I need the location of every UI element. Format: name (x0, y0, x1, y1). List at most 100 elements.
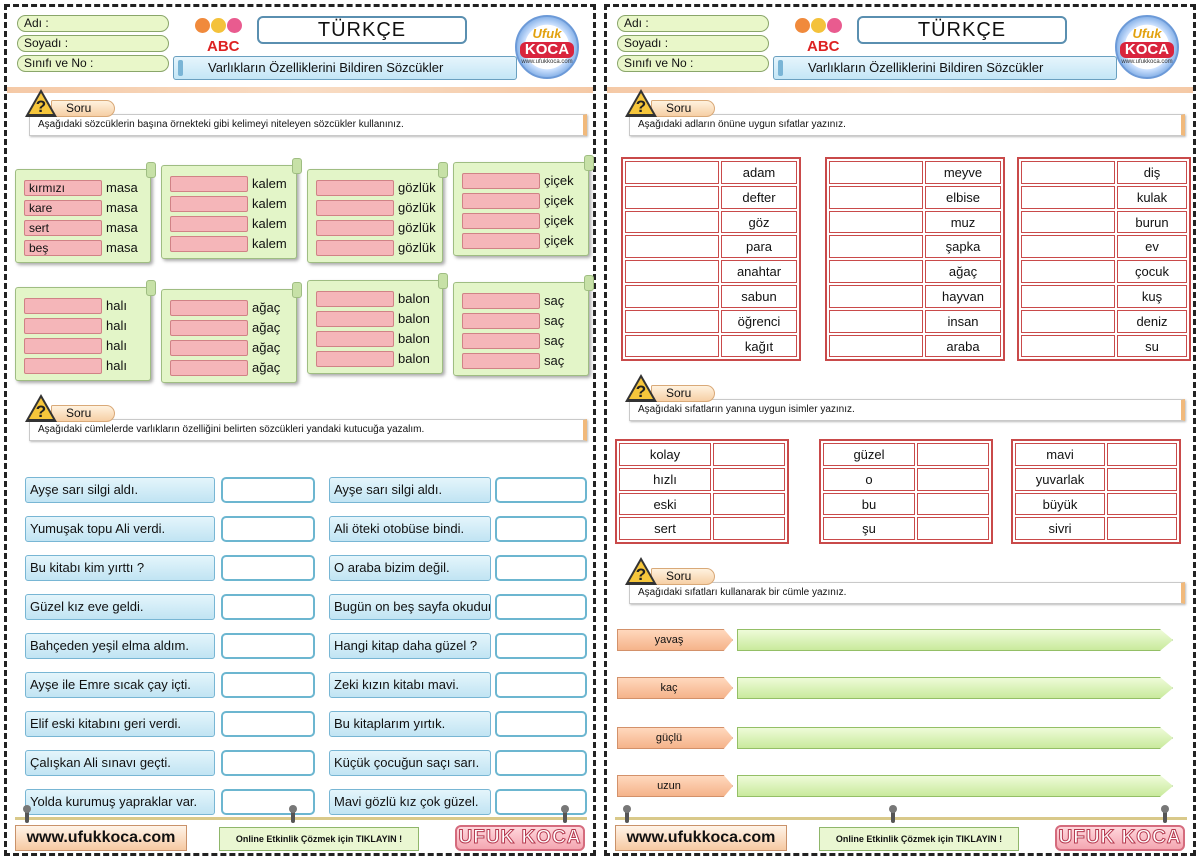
adjective-input[interactable] (316, 311, 394, 327)
noun-input-cell[interactable] (1107, 492, 1177, 516)
sentence-input-arrow[interactable] (737, 677, 1173, 699)
adjective-input-cell[interactable] (1021, 260, 1115, 283)
adjective-input-cell[interactable] (829, 210, 923, 234)
adjective-input-cell[interactable] (1021, 334, 1115, 358)
adjective-input[interactable] (316, 180, 394, 196)
surname-field[interactable]: Soyadı : (17, 35, 169, 52)
adjective-input-cell[interactable] (1021, 235, 1115, 259)
adjective-input-cell[interactable] (829, 334, 923, 358)
adjective-input-cell[interactable] (829, 161, 923, 184)
adjective-input[interactable] (462, 173, 540, 189)
answer-box[interactable] (221, 672, 315, 698)
adjective-input[interactable] (24, 318, 102, 334)
adjective-input[interactable] (462, 233, 540, 249)
adjective-input[interactable] (316, 220, 394, 236)
adjective-input-cell[interactable] (829, 235, 923, 259)
adjective-input-cell[interactable] (829, 185, 923, 209)
adjective-input[interactable] (316, 291, 394, 307)
adjective-input[interactable] (316, 331, 394, 347)
name-field[interactable]: Adı : (17, 15, 169, 32)
adjective-input[interactable] (462, 353, 540, 369)
noun-cell: şapka (925, 235, 1001, 259)
answer-box[interactable] (221, 594, 315, 620)
noun-input-cell[interactable] (713, 443, 785, 466)
adjective-input[interactable] (170, 236, 248, 252)
noun-input-cell[interactable] (1107, 517, 1177, 541)
adjective-input[interactable] (24, 338, 102, 354)
noun-input-cell[interactable] (713, 467, 785, 491)
answer-box[interactable] (495, 750, 587, 776)
adjective-input[interactable] (316, 200, 394, 216)
adjective-input-cell[interactable] (625, 210, 719, 234)
noun-input-cell[interactable] (1107, 467, 1177, 491)
noun-input-cell[interactable] (713, 517, 785, 541)
answer-box[interactable] (221, 555, 315, 581)
answer-box[interactable] (221, 633, 315, 659)
adjective-input-cell[interactable] (1021, 185, 1115, 209)
answer-box[interactable] (495, 555, 587, 581)
header-band (7, 87, 593, 93)
answer-box[interactable] (495, 672, 587, 698)
adjective-input[interactable] (170, 360, 248, 376)
table-row: öğrenci (624, 309, 798, 334)
adjective-input[interactable] (170, 176, 248, 192)
class-number-field[interactable]: Sınıfı ve No : (17, 55, 169, 72)
noun-input-cell[interactable] (713, 492, 785, 516)
adjective-input[interactable] (462, 313, 540, 329)
adjective-input[interactable] (462, 293, 540, 309)
answer-box[interactable] (221, 711, 315, 737)
adjective-input[interactable] (170, 196, 248, 212)
answer-box[interactable] (495, 477, 587, 503)
surname-field[interactable]: Soyadı : (617, 35, 769, 52)
answer-box[interactable] (495, 789, 587, 815)
adjective-input-cell[interactable] (625, 235, 719, 259)
adjective-input-cell[interactable] (625, 161, 719, 184)
answer-box[interactable] (221, 477, 315, 503)
adjective-input-cell[interactable] (625, 284, 719, 308)
adjective-input[interactable] (170, 320, 248, 336)
adjective-input-cell[interactable] (829, 260, 923, 283)
name-field[interactable]: Adı : (617, 15, 769, 32)
sentence-input-arrow[interactable] (737, 727, 1173, 749)
adjective-input-cell[interactable] (1021, 161, 1115, 184)
adjective-input[interactable] (316, 240, 394, 256)
answer-box[interactable] (495, 633, 587, 659)
website-link[interactable]: www.ufukkoca.com (15, 825, 187, 851)
adjective-input[interactable] (462, 193, 540, 209)
noun-input-cell[interactable] (917, 492, 989, 516)
adjective-input[interactable] (170, 300, 248, 316)
noun-input-cell[interactable] (917, 443, 989, 466)
adjective-input-cell[interactable] (625, 260, 719, 283)
adjective-input[interactable] (170, 216, 248, 232)
adjective-input[interactable] (316, 351, 394, 367)
adjective-input-cell[interactable] (1021, 210, 1115, 234)
adjective-input-cell[interactable] (625, 309, 719, 333)
online-activity-link[interactable]: Online Etkinlik Çözmek için TIKLAYIN ! (219, 827, 419, 851)
adjective-input[interactable] (24, 298, 102, 314)
adjective-input-cell[interactable] (1021, 309, 1115, 333)
answer-box[interactable] (221, 789, 315, 815)
sentence-input-arrow[interactable] (737, 775, 1173, 797)
adjective-input-cell[interactable] (625, 185, 719, 209)
answer-box[interactable] (221, 750, 315, 776)
adjective-input-cell[interactable] (1021, 284, 1115, 308)
noun-input-cell[interactable] (917, 517, 989, 541)
adjective-input-cell[interactable] (625, 334, 719, 358)
class-number-field[interactable]: Sınıfı ve No : (617, 55, 769, 72)
answer-box[interactable] (495, 711, 587, 737)
adjective-input-cell[interactable] (829, 309, 923, 333)
answer-box[interactable] (495, 594, 587, 620)
noun-input-cell[interactable] (917, 467, 989, 491)
answer-box[interactable] (495, 516, 587, 542)
answer-box[interactable] (221, 516, 315, 542)
adjective-input[interactable] (24, 358, 102, 374)
adjective-input-cell[interactable] (829, 284, 923, 308)
adjective-input[interactable] (170, 340, 248, 356)
adjective-input[interactable] (462, 213, 540, 229)
noun-input-cell[interactable] (1107, 443, 1177, 466)
noun-word: gözlük (398, 200, 436, 215)
sentence-input-arrow[interactable] (737, 629, 1173, 651)
adjective-input[interactable] (462, 333, 540, 349)
website-link[interactable]: www.ufukkoca.com (615, 825, 787, 851)
online-activity-link[interactable]: Online Etkinlik Çözmek için TIKLAYIN ! (819, 827, 1019, 851)
